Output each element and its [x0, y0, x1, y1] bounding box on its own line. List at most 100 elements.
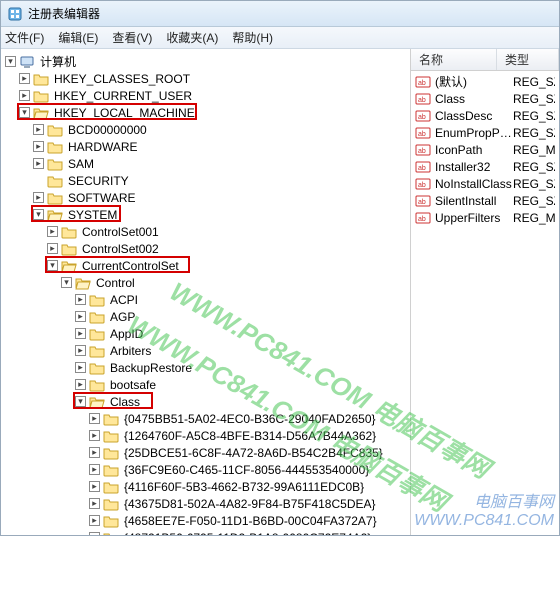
collapse-icon[interactable]: ▾ [75, 396, 86, 407]
value-row[interactable]: Installer32REG_SZ [411, 158, 559, 175]
tree-item-hklm[interactable]: ▾HKEY_LOCAL_MACHINE [19, 104, 410, 121]
value-row[interactable]: SilentInstallREG_SZ [411, 192, 559, 209]
values-pane: 名称 类型 (默认)REG_SZClassREG_SZClassDescREG_… [411, 49, 559, 535]
value-row[interactable]: ClassDescREG_SZ [411, 107, 559, 124]
tree-label: Class [108, 395, 142, 409]
col-header-name[interactable]: 名称 [411, 49, 497, 70]
tree-item-acpi[interactable]: ▸ACPI [75, 291, 410, 308]
value-name: NoInstallClass [435, 177, 513, 191]
value-row[interactable]: (默认)REG_SZ [411, 73, 559, 90]
folder-icon [89, 377, 105, 393]
computer-icon [19, 54, 35, 70]
tree-item-bcd[interactable]: ▸ BCD00000000 [33, 121, 410, 138]
expand-icon[interactable]: ▸ [33, 124, 44, 135]
menu-view[interactable]: 查看(V) [112, 29, 152, 46]
folder-icon [47, 122, 63, 138]
expand-icon[interactable]: ▸ [75, 362, 86, 373]
tree-item-class[interactable]: ▾ Class [75, 393, 410, 410]
expand-icon[interactable]: ▸ [33, 158, 44, 169]
tree-item-hardware[interactable]: ▸HARDWARE [33, 138, 410, 155]
expand-icon[interactable]: ▸ [89, 464, 100, 475]
string-value-icon [415, 142, 431, 158]
tree-pane[interactable]: ▾计算机▸HKEY_CLASSES_ROOT▸HKEY_CURRENT_USER… [1, 49, 411, 535]
value-type: REG_MULTI_SZ [513, 143, 555, 157]
string-value-icon [415, 74, 431, 90]
collapse-icon[interactable]: ▾ [19, 107, 30, 118]
tree-item-guid[interactable]: ▸{36FC9E60-C465-11CF-8056-444553540000} [89, 461, 410, 478]
expand-icon[interactable]: ▸ [89, 515, 100, 526]
tree-item-software[interactable]: ▸SOFTWARE [33, 189, 410, 206]
expand-icon[interactable]: ▸ [47, 226, 58, 237]
tree-item-guid[interactable]: ▸ {48721B56-6795-11D2-B1A8-0080C72E74A2} [89, 529, 410, 535]
expand-icon[interactable]: ▸ [75, 328, 86, 339]
tree-item-hkcu[interactable]: ▸ HKEY_CURRENT_USER [19, 87, 410, 104]
expand-icon[interactable]: ▸ [89, 413, 100, 424]
tree-item-currentcontrolset[interactable]: ▾CurrentControlSet [47, 257, 410, 274]
values-list[interactable]: (默认)REG_SZClassREG_SZClassDescREG_SZEnum… [411, 71, 559, 535]
tree-item-sam[interactable]: ▸SAM [33, 155, 410, 172]
tree-item-guid[interactable]: ▸{0475BB51-5A02-4EC0-B36C-29040FAD2650} [89, 410, 410, 427]
value-name: IconPath [435, 143, 513, 157]
tree-item-appid[interactable]: ▸AppID [75, 325, 410, 342]
expand-icon[interactable]: ▸ [75, 345, 86, 356]
value-row[interactable]: IconPathREG_MULTI_SZ [411, 141, 559, 158]
expand-icon[interactable]: ▸ [89, 481, 100, 492]
tree-item-guid[interactable]: ▸{1264760F-A5C8-4BFE-B314-D56A7B44A362} [89, 427, 410, 444]
expand-icon[interactable]: ▸ [33, 141, 44, 152]
expand-icon[interactable]: ▸ [89, 498, 100, 509]
collapse-icon[interactable]: ▾ [61, 277, 72, 288]
tree-item-security[interactable]: SECURITY [33, 172, 410, 189]
folder-icon [89, 343, 105, 359]
value-name: (默认) [435, 73, 513, 90]
folder-icon [103, 479, 119, 495]
titlebar[interactable]: 注册表编辑器 [1, 1, 559, 27]
folder-icon [103, 445, 119, 461]
tree-item-control[interactable]: ▾Control [61, 274, 410, 291]
expand-icon[interactable]: ▸ [75, 311, 86, 322]
collapse-icon[interactable]: ▾ [47, 260, 58, 271]
expand-icon[interactable]: ▸ [89, 430, 100, 441]
tree-label: HKEY_CURRENT_USER [52, 89, 194, 103]
value-row[interactable]: EnumPropPag...REG_SZ [411, 124, 559, 141]
value-name: Installer32 [435, 160, 513, 174]
value-row[interactable]: UpperFiltersREG_MULTI_SZ [411, 209, 559, 226]
tree-item-guid[interactable]: ▸{4116F60F-5B3-4662-B732-99A6111EDC0B} [89, 478, 410, 495]
tree-label: {48721B56-6795-11D2-B1A8-0080C72E74A2} [122, 531, 373, 536]
tree-item-hkcr[interactable]: ▸HKEY_CLASSES_ROOT [19, 70, 410, 87]
expand-icon[interactable]: ▸ [19, 73, 30, 84]
expand-icon[interactable]: ▸ [33, 192, 44, 203]
expand-icon[interactable]: ▸ [75, 294, 86, 305]
value-row[interactable]: ClassREG_SZ [411, 90, 559, 107]
tree-item-computer[interactable]: ▾计算机 [5, 53, 410, 70]
tree-item-backuprestore[interactable]: ▸BackupRestore [75, 359, 410, 376]
expand-icon[interactable]: ▸ [89, 447, 100, 458]
folder-icon [47, 139, 63, 155]
menu-file[interactable]: 文件(F) [5, 29, 44, 46]
tree-item-system[interactable]: ▾SYSTEM [33, 206, 410, 223]
col-header-type[interactable]: 类型 [497, 49, 559, 70]
menu-help[interactable]: 帮助(H) [232, 29, 273, 46]
tree-item-controlset001[interactable]: ▸ControlSet001 [47, 223, 410, 240]
folder-open-icon [89, 394, 105, 410]
expand-icon[interactable]: ▸ [47, 243, 58, 254]
expand-icon[interactable]: ▸ [19, 90, 30, 101]
collapse-icon[interactable]: ▾ [33, 209, 44, 220]
tree-item-controlset002[interactable]: ▸ControlSet002 [47, 240, 410, 257]
expand-icon[interactable]: ▸ [89, 532, 100, 535]
tree-item-guid[interactable]: ▸{43675D81-502A-4A82-9F84-B75F418C5DEA} [89, 495, 410, 512]
tree-label: BCD00000000 [66, 123, 149, 137]
tree-label: Arbiters [108, 344, 153, 358]
menu-edit[interactable]: 编辑(E) [58, 29, 98, 46]
tree-item-agp[interactable]: ▸AGP [75, 308, 410, 325]
window-title: 注册表编辑器 [28, 5, 100, 22]
tree-item-bootsafe[interactable]: ▸bootsafe [75, 376, 410, 393]
menu-favorites[interactable]: 收藏夹(A) [166, 29, 218, 46]
tree-item-guid[interactable]: ▸{25DBCE51-6C8F-4A72-8A6D-B54C2B4FC835} [89, 444, 410, 461]
collapse-icon[interactable]: ▾ [5, 56, 16, 67]
tree-label: SECURITY [66, 174, 131, 188]
tree-item-guid[interactable]: ▸{4658EE7E-F050-11D1-B6BD-00C04FA372A7} [89, 512, 410, 529]
value-row[interactable]: NoInstallClassREG_SZ [411, 175, 559, 192]
regedit-icon [7, 6, 23, 22]
tree-item-arbiters[interactable]: ▸ Arbiters [75, 342, 410, 359]
expand-icon[interactable]: ▸ [75, 379, 86, 390]
